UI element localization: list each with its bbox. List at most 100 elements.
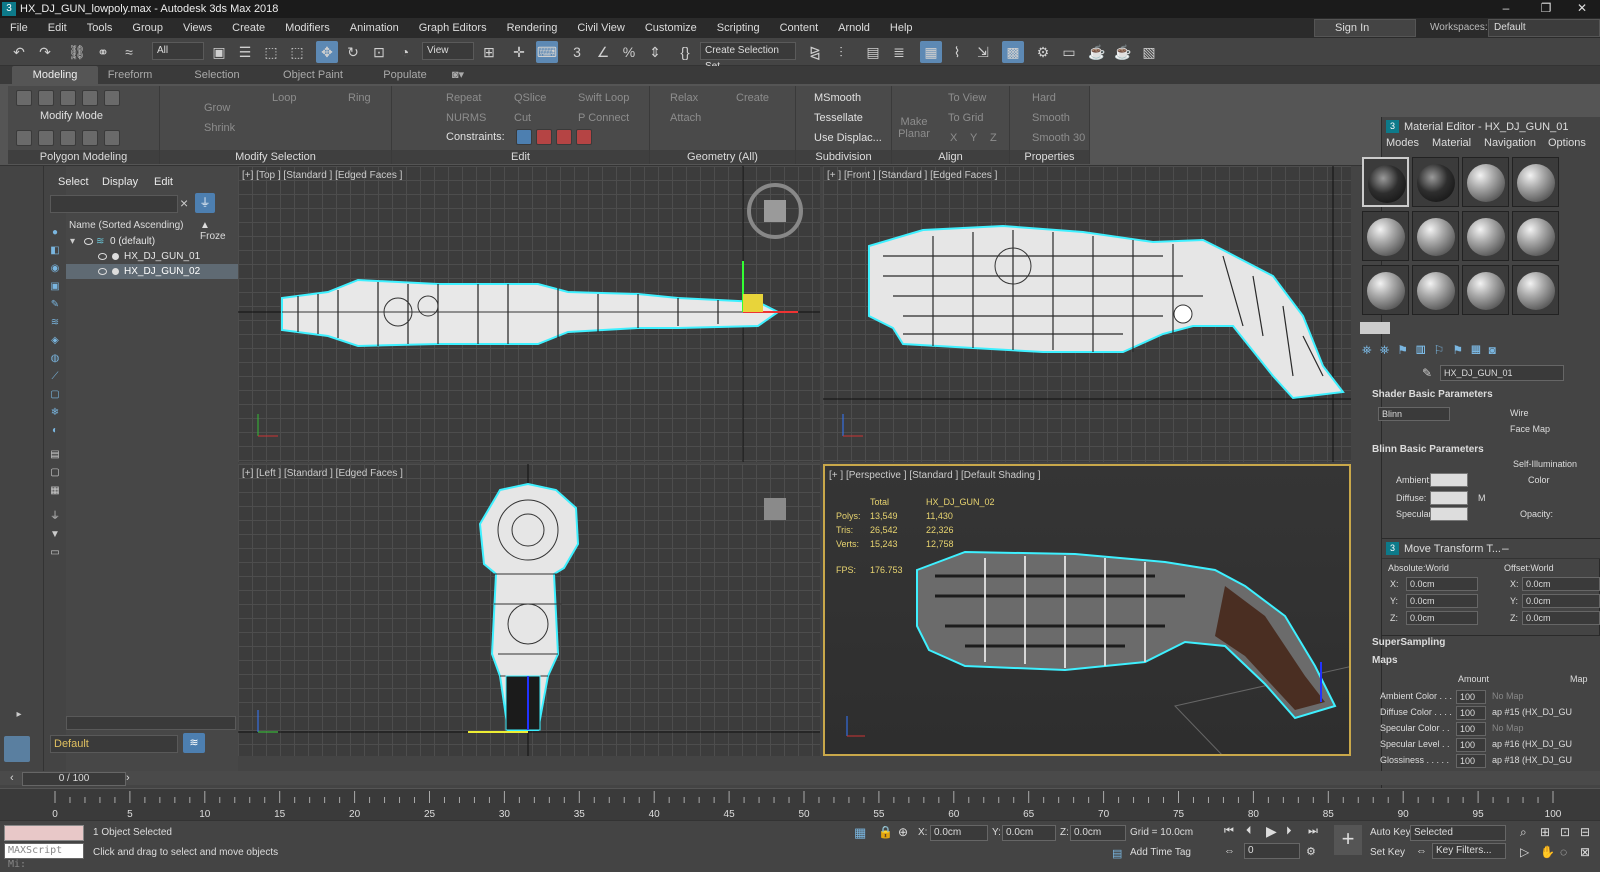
scene-column-header[interactable]: Name (Sorted Ascending) ▲ Froze bbox=[66, 218, 238, 242]
display-groups-icon[interactable]: ◈ bbox=[48, 334, 62, 348]
material-slot[interactable] bbox=[1462, 265, 1509, 315]
polygon-modeling-label[interactable]: Polygon Modeling bbox=[8, 150, 159, 164]
scene-horizontal-scrollbar[interactable] bbox=[66, 716, 236, 730]
material-slot[interactable] bbox=[1412, 211, 1459, 261]
filter-icon[interactable]: ⏚ bbox=[48, 510, 62, 524]
display-lights-icon[interactable]: ◉ bbox=[48, 262, 62, 276]
material-slot[interactable] bbox=[1462, 211, 1509, 261]
render-production-icon[interactable]: ☕ bbox=[1086, 41, 1108, 63]
menu-content[interactable]: Content bbox=[770, 22, 829, 34]
shader-dropdown[interactable]: Blinn bbox=[1378, 407, 1450, 421]
snaps-toggle-icon[interactable]: 3 bbox=[566, 41, 588, 63]
msmooth-button[interactable]: MSmooth bbox=[814, 92, 861, 104]
angle-snap-icon[interactable]: ∠ bbox=[592, 41, 614, 63]
redo-icon[interactable]: ↷ bbox=[34, 41, 56, 63]
named-selection-sets-dropdown[interactable]: Create Selection Set bbox=[700, 42, 796, 72]
maxscript-listener-input[interactable] bbox=[4, 825, 84, 841]
mat-menu-navigation[interactable]: Navigation bbox=[1484, 137, 1536, 153]
menu-civil-view[interactable]: Civil View bbox=[567, 22, 634, 34]
rect-selection-icon[interactable]: ⬚ bbox=[260, 41, 282, 63]
map-row[interactable]: Specular Color . . 100 No Map bbox=[1372, 721, 1600, 737]
to-view-button[interactable]: To View bbox=[948, 92, 986, 104]
selection-filter-dropdown[interactable]: All bbox=[152, 42, 204, 60]
use-displacement-button[interactable]: Use Displac... bbox=[814, 132, 882, 144]
sign-in-button[interactable]: Sign In bbox=[1314, 19, 1416, 37]
material-toolbar[interactable]: ⛯⛯⚑▥⚐⚑▦◙ bbox=[1362, 343, 1592, 361]
display-spacewarps-icon[interactable]: ≋ bbox=[48, 316, 62, 330]
name-column-header[interactable]: Name (Sorted Ascending) bbox=[69, 220, 184, 231]
map-amount-input[interactable]: 100 bbox=[1456, 690, 1486, 704]
align-y-button[interactable]: Y bbox=[970, 132, 977, 144]
move-icon[interactable]: ✥ bbox=[316, 41, 338, 63]
menu-file[interactable]: File bbox=[0, 22, 38, 34]
repeat-button[interactable]: Repeat bbox=[446, 92, 481, 104]
percent-snap-icon[interactable]: % bbox=[618, 41, 640, 63]
display-bones-icon[interactable]: ⟋ bbox=[48, 370, 62, 384]
nurms-button[interactable]: NURMS bbox=[446, 112, 486, 124]
scene-tab-edit[interactable]: Edit bbox=[154, 176, 173, 188]
ribbon-toggle-icon[interactable]: ▦ bbox=[920, 41, 942, 63]
map-button[interactable]: No Map bbox=[1492, 691, 1600, 701]
dialog-minimize-button[interactable]: – bbox=[1502, 541, 1509, 555]
scene-explorer-icon[interactable]: ▤ bbox=[862, 41, 884, 63]
select-object-icon[interactable]: ▣ bbox=[208, 41, 230, 63]
time-slider[interactable]: 0 / 100 bbox=[22, 772, 126, 786]
display-hidden-icon[interactable]: ◐ bbox=[48, 424, 62, 438]
clear-search-icon[interactable]: × bbox=[180, 195, 188, 211]
select-by-name-icon[interactable]: ☰ bbox=[234, 41, 256, 63]
display-frozen-icon[interactable]: ❄ bbox=[48, 406, 62, 420]
menu-customize[interactable]: Customize bbox=[635, 22, 707, 34]
material-slot[interactable] bbox=[1512, 211, 1559, 261]
mat-menu-material[interactable]: Material bbox=[1432, 137, 1471, 153]
material-slot[interactable] bbox=[1362, 157, 1409, 207]
constraint-normal-icon[interactable] bbox=[576, 129, 592, 145]
eye-icon[interactable] bbox=[84, 238, 93, 245]
p-connect-button[interactable]: P Connect bbox=[578, 112, 629, 124]
edit-label[interactable]: Edit bbox=[392, 150, 649, 164]
hard-button[interactable]: Hard bbox=[1032, 92, 1056, 104]
menu-rendering[interactable]: Rendering bbox=[497, 22, 568, 34]
menu-help[interactable]: Help bbox=[880, 22, 923, 34]
map-row[interactable]: Specular Level . . 100 ap #16 (HX_DJ_GU bbox=[1372, 737, 1600, 753]
render-iterative-icon[interactable]: ☕ bbox=[1112, 41, 1134, 63]
constraint-none-icon[interactable] bbox=[516, 129, 532, 145]
minimize-button[interactable]: – bbox=[1486, 0, 1526, 18]
scale-icon[interactable]: ⊡ bbox=[368, 41, 390, 63]
add-time-tag-button[interactable]: Add Time Tag bbox=[1130, 847, 1191, 858]
next-frame-icon[interactable]: ⏵ bbox=[1286, 825, 1292, 838]
unlink-icon[interactable]: ⚭ bbox=[92, 41, 114, 63]
set-keys-icon[interactable]: + bbox=[1334, 825, 1362, 855]
maximize-viewport-icon[interactable]: ⊠ bbox=[1580, 845, 1590, 859]
pivot-center-icon[interactable]: ⊞ bbox=[478, 41, 500, 63]
subdivision-label[interactable]: Subdivision bbox=[796, 150, 891, 164]
mat-menu-options[interactable]: Options bbox=[1548, 137, 1586, 153]
menu-modifiers[interactable]: Modifiers bbox=[275, 22, 340, 34]
display-xrefs-icon[interactable]: ◍ bbox=[48, 352, 62, 366]
menu-scripting[interactable]: Scripting bbox=[707, 22, 770, 34]
stack-icon[interactable] bbox=[16, 130, 32, 146]
tab-object-paint[interactable]: Object Paint bbox=[272, 66, 354, 84]
diffuse-swatch[interactable] bbox=[1430, 491, 1468, 505]
absolute-mode-icon[interactable]: ⊕ bbox=[898, 825, 908, 839]
ambient-swatch[interactable] bbox=[1430, 473, 1468, 487]
constraint-face-icon[interactable] bbox=[556, 129, 572, 145]
prev-frame-icon[interactable]: ⏴ bbox=[1246, 825, 1252, 838]
make-planar-button[interactable]: Make Planar bbox=[896, 116, 932, 140]
material-slot[interactable] bbox=[1362, 265, 1409, 315]
smooth-30-button[interactable]: Smooth 30 bbox=[1032, 132, 1085, 144]
map-button[interactable]: ap #15 (HX_DJ_GU bbox=[1492, 707, 1600, 717]
map-button[interactable]: ap #18 (HX_DJ_GU bbox=[1492, 755, 1600, 765]
eye-icon[interactable] bbox=[98, 268, 107, 275]
key-filters-button[interactable]: Key Filters... bbox=[1432, 843, 1506, 859]
off-z-input[interactable]: 0.0cm bbox=[1522, 611, 1600, 625]
menu-arnold[interactable]: Arnold bbox=[828, 22, 880, 34]
material-slot[interactable] bbox=[1362, 211, 1409, 261]
eye-icon[interactable] bbox=[98, 253, 107, 260]
show-result-icon[interactable] bbox=[104, 130, 120, 146]
material-editor-icon[interactable]: ▩ bbox=[1002, 41, 1024, 63]
list-item[interactable]: HX_DJ_GUN_02 bbox=[66, 264, 238, 279]
ring-button[interactable]: Ring bbox=[348, 92, 371, 104]
viewport-perspective[interactable]: [+ ] [Perspective ] [Standard ] [Default… bbox=[823, 464, 1351, 756]
render-shade-icon[interactable]: ▧ bbox=[1138, 41, 1160, 63]
map-row[interactable]: Diffuse Color . . . . 100 ap #15 (HX_DJ_GU bbox=[1372, 705, 1600, 721]
